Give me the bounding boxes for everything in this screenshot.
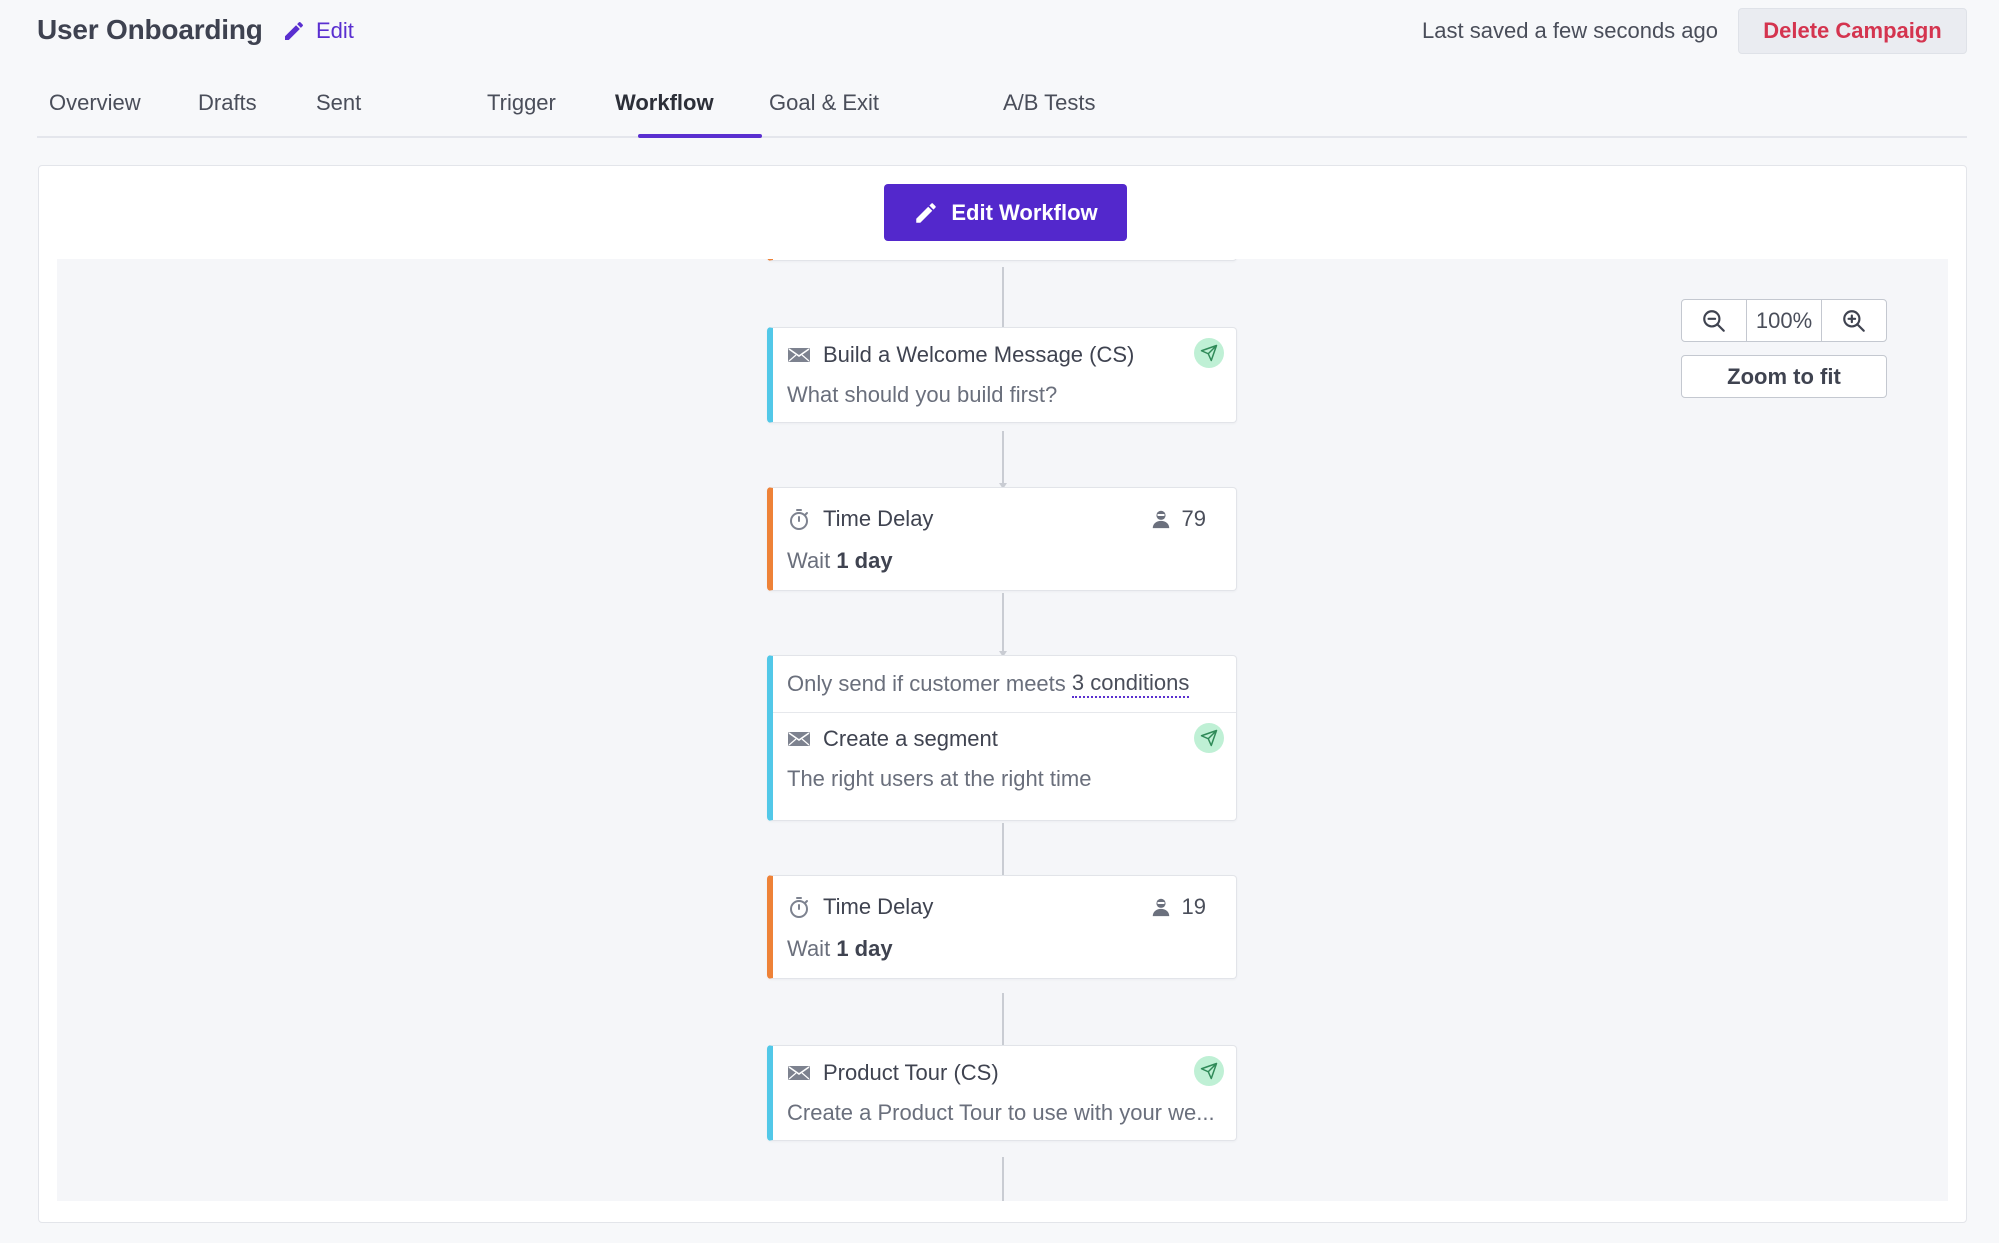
zoom-in-button[interactable] <box>1822 300 1886 341</box>
campaign-tabs: Overview Drafts Sent Trigger Workflow Go… <box>37 78 1967 138</box>
connector <box>1002 431 1004 487</box>
tab-ab-tests[interactable]: A/B Tests <box>1003 90 1096 138</box>
user-icon <box>1152 898 1169 917</box>
zoom-out-button[interactable] <box>1682 300 1746 341</box>
workflow-node-email[interactable]: Product Tour (CS) Create a Product Tour … <box>767 1045 1237 1141</box>
tab-workflow[interactable]: Workflow <box>615 90 714 138</box>
wait-prefix: Wait <box>787 548 831 573</box>
workflow-node-email-conditional[interactable]: Only send if customer meets 3 conditions… <box>767 655 1237 821</box>
tab-overview[interactable]: Overview <box>49 90 141 138</box>
node-title: Build a Welcome Message (CS) <box>823 342 1135 367</box>
node-title: Time Delay <box>823 506 934 531</box>
node-user-count: 19 <box>1150 894 1206 920</box>
node-title: Product Tour (CS) <box>823 1060 999 1085</box>
send-icon <box>1194 338 1224 368</box>
tab-goal-exit[interactable]: Goal & Exit <box>769 90 879 138</box>
tab-sent[interactable]: Sent <box>316 90 361 138</box>
edit-title-label: Edit <box>316 18 354 43</box>
connector <box>1002 593 1004 655</box>
node-subtitle: Wait 1 day <box>787 548 893 574</box>
campaign-header: User Onboarding Edit Last saved a few se… <box>0 0 1999 140</box>
wait-prefix: Wait <box>787 936 831 961</box>
send-icon <box>1194 723 1224 753</box>
tab-drafts[interactable]: Drafts <box>198 90 257 138</box>
pencil-icon <box>916 202 937 223</box>
delete-campaign-button[interactable]: Delete Campaign <box>1738 8 1967 54</box>
node-title: Time Delay <box>823 894 934 919</box>
workflow-node-delay[interactable]: Time Delay 19 Wait 1 day <box>767 875 1237 979</box>
node-subtitle: What should you build first? <box>787 382 1058 407</box>
node-subtitle: Wait 1 day <box>787 936 893 962</box>
connector <box>1002 267 1004 331</box>
zoom-in-icon <box>1843 309 1865 332</box>
conditions-link[interactable]: 3 conditions <box>1071 670 1190 698</box>
envelope-icon <box>788 348 810 362</box>
node-subtitle: Create a Product Tour to use with your w… <box>787 1100 1215 1125</box>
user-icon <box>1152 510 1169 529</box>
pencil-icon <box>285 21 304 40</box>
wait-value: 1 day <box>836 936 893 961</box>
envelope-icon <box>788 1066 810 1080</box>
user-count-value: 79 <box>1181 506 1206 531</box>
workflow-node-partial[interactable] <box>767 259 1237 261</box>
stopwatch-icon <box>790 509 808 530</box>
workflow-node-delay[interactable]: Time Delay 79 Wait 1 day <box>767 487 1237 591</box>
workflow-canvas[interactable]: Build a Welcome Message (CS) What should… <box>57 259 1948 1201</box>
node-user-count: 79 <box>1150 506 1206 532</box>
save-status: Last saved a few seconds ago <box>1422 18 1718 43</box>
edit-title-button[interactable]: Edit <box>282 16 354 46</box>
workflow-node-email[interactable]: Build a Welcome Message (CS) What should… <box>767 327 1237 423</box>
divider <box>773 712 1236 713</box>
page-title: User Onboarding <box>37 14 263 45</box>
node-condition: Only send if customer meets 3 conditions <box>787 670 1190 698</box>
connector <box>1002 823 1004 875</box>
send-icon <box>1194 1056 1224 1086</box>
edit-workflow-label: Edit Workflow <box>951 199 1098 225</box>
wait-value: 1 day <box>836 548 893 573</box>
zoom-out-icon <box>1703 309 1725 332</box>
connector <box>1002 1157 1004 1201</box>
condition-prefix: Only send if customer meets <box>787 671 1066 696</box>
node-title: Create a segment <box>823 726 998 751</box>
zoom-level: 100% <box>1746 300 1822 341</box>
stopwatch-icon <box>790 897 808 918</box>
zoom-controls: 100% <box>1681 299 1887 342</box>
envelope-icon <box>788 732 810 746</box>
connector <box>1002 993 1004 1045</box>
active-tab-indicator <box>638 134 762 138</box>
zoom-to-fit-button[interactable]: Zoom to fit <box>1681 355 1887 398</box>
edit-workflow-button[interactable]: Edit Workflow <box>884 184 1127 241</box>
tab-trigger[interactable]: Trigger <box>487 90 556 138</box>
user-count-value: 19 <box>1181 894 1206 919</box>
node-subtitle: The right users at the right time <box>787 766 1092 791</box>
